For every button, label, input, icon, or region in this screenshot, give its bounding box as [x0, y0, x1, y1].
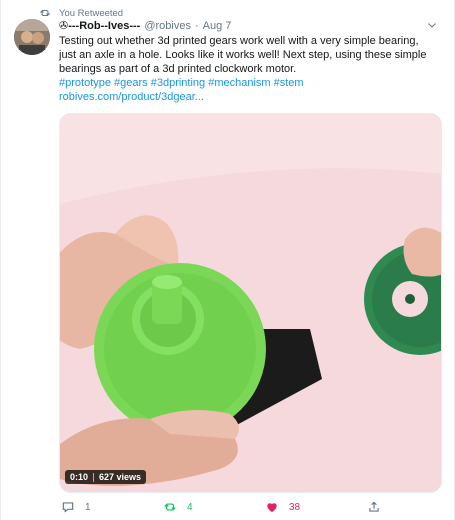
reply-count: 1 — [85, 501, 91, 513]
tweet-line: just an axle in a hole. Looks like it wo… — [59, 49, 427, 61]
tweet-link[interactable]: robives.com/product/3dgear... — [59, 90, 439, 104]
retweet-icon — [164, 503, 176, 511]
chevron-down-icon[interactable] — [426, 19, 438, 31]
like-button[interactable]: 38 — [265, 500, 300, 514]
tweet-line: Testing out whether 3d printed gears wor… — [59, 35, 419, 47]
tweet-line: bearings as part of a 3d printed clockwo… — [59, 63, 297, 75]
tweet-date[interactable]: Aug 7 — [203, 20, 232, 32]
like-count: 38 — [289, 501, 301, 513]
retweet-button[interactable]: 4 — [163, 500, 193, 514]
retweet-count: 4 — [187, 501, 193, 513]
tweet-actions: 1 4 38 — [59, 500, 442, 516]
video-time: 0:10 — [70, 472, 89, 482]
share-button[interactable] — [367, 500, 381, 514]
reply-icon — [62, 502, 74, 513]
user-handle[interactable]: @robives — [144, 20, 191, 32]
tweet-card[interactable]: You Retweeted ✇---Rob--Ives--- @robives … — [0, 0, 455, 520]
video-views: 627 views — [99, 472, 142, 482]
reply-button[interactable]: 1 — [61, 500, 91, 514]
retweeted-label: You Retweeted — [59, 7, 124, 19]
video-player[interactable] — [59, 113, 442, 493]
share-icon — [369, 501, 379, 512]
video-badge: 0:10 627 views — [65, 470, 147, 484]
light-green-gear — [94, 263, 266, 435]
hashtags[interactable]: #prototype #gears #3dprinting #mechanism… — [59, 76, 439, 90]
retweeted-context: You Retweeted — [39, 6, 123, 20]
heart-icon — [267, 503, 277, 513]
avatar-image — [14, 19, 50, 55]
avatar[interactable] — [14, 19, 50, 55]
retweet-icon — [40, 10, 50, 16]
tweet-header: ✇---Rob--Ives--- @robives · Aug 7 — [59, 19, 232, 33]
tweet-text: Testing out whether 3d printed gears wor… — [59, 34, 439, 104]
separator-dot: · — [194, 19, 199, 32]
display-name[interactable]: ✇---Rob--Ives--- — [59, 19, 140, 32]
video-frame — [60, 114, 441, 492]
